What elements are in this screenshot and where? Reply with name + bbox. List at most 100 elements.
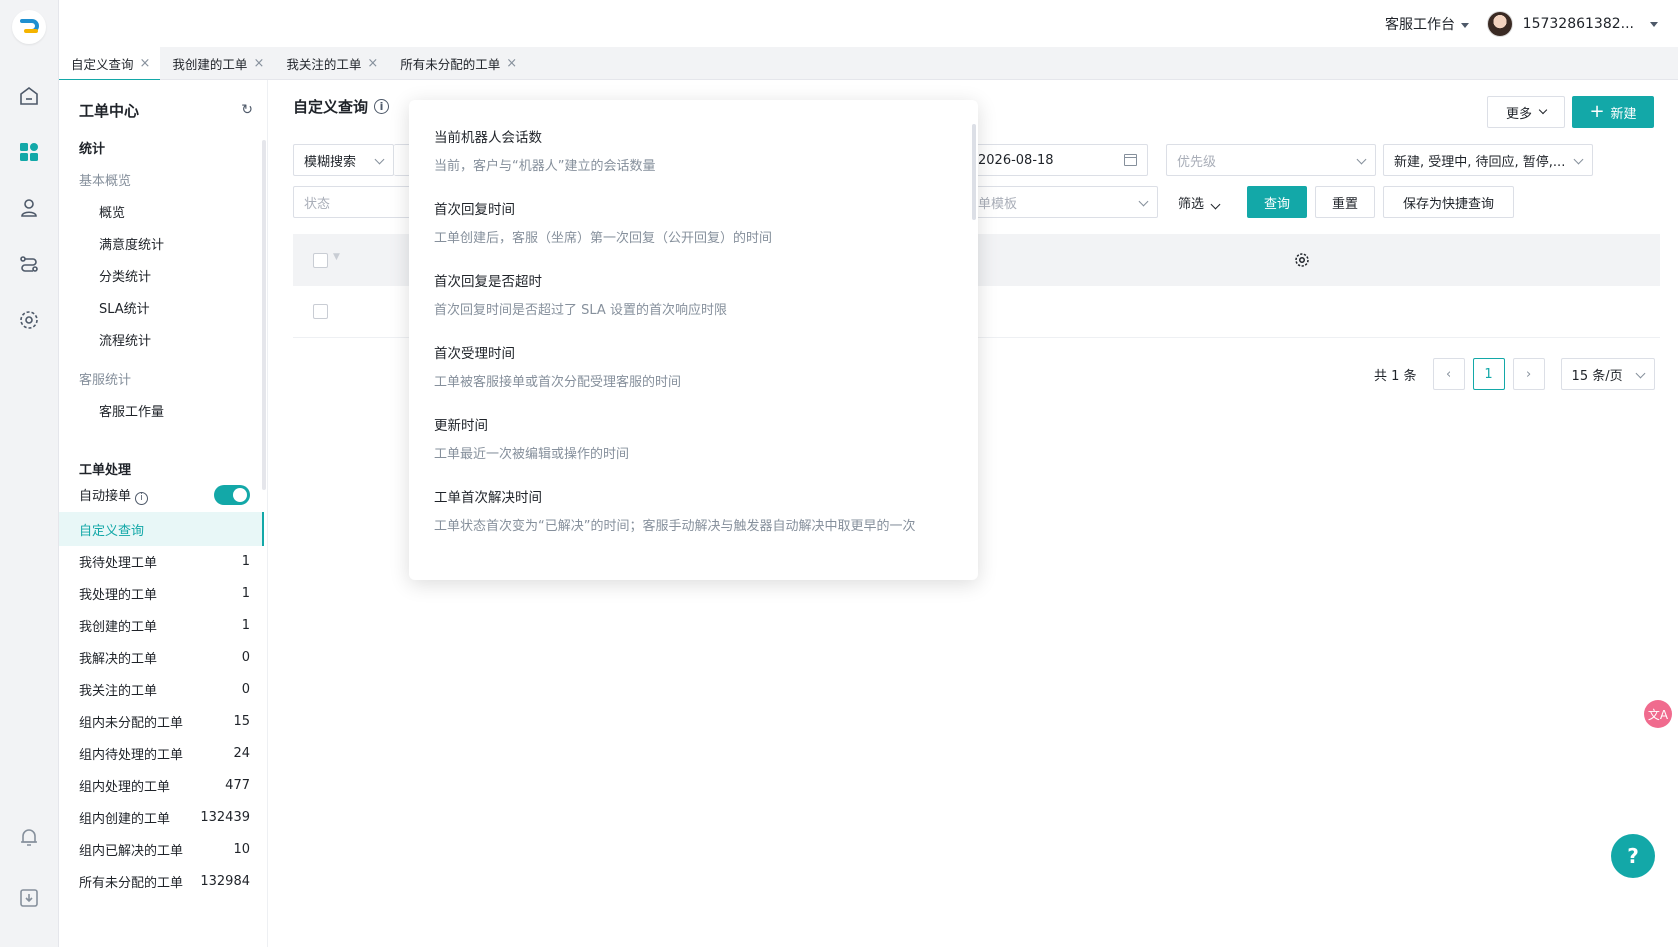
- sidebar-item-label: 组内创建的工单: [79, 811, 171, 827]
- sidebar-item-flow[interactable]: 流程统计: [99, 330, 151, 349]
- popover-item-title: 首次回复是否超时: [434, 274, 542, 290]
- reset-button[interactable]: 重置: [1315, 186, 1375, 218]
- close-icon[interactable]: ×: [367, 56, 378, 71]
- download-icon[interactable]: [17, 886, 41, 910]
- popover-item-desc: 工单创建后，客服（坐席）第一次回复（公开回复）的时间: [434, 231, 773, 246]
- info-icon[interactable]: i: [135, 492, 149, 505]
- workspace-label: 客服工作台: [1385, 17, 1455, 33]
- contacts-icon[interactable]: [17, 196, 41, 220]
- chevron-down-icon: [1635, 368, 1645, 379]
- new-ticket-button[interactable]: + 新建: [1572, 96, 1654, 128]
- sidebar-item-counter[interactable]: 组内处理的工单 477: [59, 768, 264, 802]
- tab-my-created[interactable]: 我创建的工单 ×: [160, 47, 274, 80]
- date-range-input[interactable]: 2026-08-18: [968, 144, 1148, 176]
- search-mode-select[interactable]: 模糊搜索: [293, 144, 394, 176]
- status-select[interactable]: 状态: [293, 186, 413, 218]
- save-quick-query-button[interactable]: 保存为快捷查询: [1383, 186, 1514, 218]
- select-value: 新建, 受理中, 待回应, 暂停,...: [1394, 154, 1566, 170]
- sidebar-item-overview[interactable]: 概览: [99, 202, 125, 221]
- close-icon[interactable]: ×: [253, 56, 264, 71]
- popover-item-title: 首次受理时间: [434, 346, 515, 362]
- workspace-switcher[interactable]: 客服工作台: [1385, 14, 1469, 34]
- chevron-down-icon[interactable]: ▼: [333, 252, 340, 262]
- refresh-icon[interactable]: ↻: [241, 102, 253, 118]
- count-badge: 132984: [200, 873, 250, 889]
- sidebar-item-satisfaction[interactable]: 满意度统计: [99, 234, 164, 253]
- sidebar-item-sla[interactable]: SLA统计: [99, 298, 150, 317]
- status-multi-select[interactable]: 新建, 受理中, 待回应, 暂停,...: [1383, 144, 1593, 176]
- next-page-button[interactable]: ›: [1512, 358, 1545, 390]
- translate-icon[interactable]: 文A: [1644, 700, 1672, 728]
- tab-my-followed[interactable]: 我关注的工单 ×: [274, 47, 388, 80]
- row-checkbox[interactable]: [313, 304, 328, 319]
- sidebar-item-counter[interactable]: 我创建的工单 1: [59, 608, 264, 642]
- bell-icon[interactable]: [17, 825, 41, 849]
- tab-all-unassigned[interactable]: 所有未分配的工单 ×: [388, 47, 527, 80]
- popover-item: 首次回复时间 工单创建后，客服（坐席）第一次回复（公开回复）的时间: [434, 198, 772, 246]
- select-placeholder: 状态: [304, 196, 331, 212]
- avatar: [1486, 11, 1513, 37]
- priority-select[interactable]: 优先级: [1166, 144, 1376, 176]
- popover-scrollbar[interactable]: [972, 124, 976, 220]
- section-stats: 统计: [79, 142, 106, 157]
- user-name: 15732861382...: [1522, 16, 1634, 32]
- sidebar-item-counter[interactable]: 我关注的工单 0: [59, 672, 264, 706]
- sidebar-item-counter[interactable]: 组内已解决的工单 10: [59, 832, 264, 866]
- sidebar-item-counter[interactable]: 组内待处理的工单 24: [59, 736, 264, 770]
- settings-icon[interactable]: [17, 308, 41, 332]
- column-settings-icon[interactable]: [1293, 251, 1311, 269]
- sidebar-item-counter[interactable]: 我待处理工单 1: [59, 544, 264, 578]
- popover-item-desc: 当前，客户与“机器人”建立的会话数量: [434, 159, 656, 174]
- sidebar-item-counter[interactable]: 所有未分配的工单 132984: [59, 864, 264, 898]
- count-badge: 0: [241, 681, 250, 697]
- sidebar-item-agent-workload[interactable]: 客服工作量: [99, 401, 164, 420]
- tab-custom-query[interactable]: 自定义查询 ×: [59, 47, 161, 81]
- sidebar-item-counter[interactable]: 我解决的工单 0: [59, 640, 264, 674]
- popover-item-title: 更新时间: [434, 418, 488, 434]
- filter-toggle[interactable]: 筛选: [1178, 193, 1221, 212]
- help-icon[interactable]: ?: [1611, 834, 1655, 878]
- chevron-down-icon: [374, 154, 385, 165]
- tab-bar: 自定义查询 × 我创建的工单 × 我关注的工单 × 所有未分配的工单 ×: [59, 47, 1678, 81]
- app-logo[interactable]: [12, 10, 46, 44]
- popover-item-desc: 工单最近一次被编辑或操作的时间: [434, 447, 630, 462]
- sidebar-item-counter[interactable]: 我处理的工单 1: [59, 576, 264, 610]
- chevron-down-icon: [1138, 196, 1149, 207]
- user-menu[interactable]: 15732861382...: [1486, 11, 1658, 37]
- template-select[interactable]: 单模板: [968, 186, 1158, 218]
- flow-icon[interactable]: [17, 252, 41, 276]
- sidebar-scrollbar[interactable]: [262, 140, 266, 490]
- popover-item-desc: 首次回复时间是否超过了 SLA 设置的首次响应时限: [434, 303, 727, 318]
- count-badge: 1: [241, 553, 250, 569]
- home-icon[interactable]: [17, 84, 41, 108]
- info-icon[interactable]: i: [374, 99, 390, 114]
- more-button[interactable]: 更多: [1487, 96, 1565, 128]
- count-badge: 10: [233, 841, 250, 857]
- button-label: 重置: [1331, 196, 1358, 212]
- tab-label: 自定义查询: [71, 57, 134, 72]
- popover-item-desc: 工单状态首次变为“已解决”的时间；客服手动解决与触发器自动解决中取更早的一次: [434, 519, 916, 534]
- sidebar-item-counter[interactable]: 组内创建的工单 132439: [59, 800, 264, 834]
- sidebar-item-label: 组内待处理的工单: [79, 747, 184, 763]
- query-button[interactable]: 查询: [1247, 186, 1307, 218]
- close-icon[interactable]: ×: [140, 56, 151, 71]
- sidebar-item-label: 我关注的工单: [79, 683, 158, 699]
- tab-label: 我创建的工单: [172, 57, 248, 72]
- field-description-popover: 当前机器人会话数 当前，客户与“机器人”建立的会话数量 首次回复时间 工单创建后，客…: [409, 100, 978, 580]
- popover-item: 工单首次解决时间 工单状态首次变为“已解决”的时间；客服手动解决与触发器自动解决中…: [434, 486, 915, 534]
- page-size-select[interactable]: 15 条/页: [1560, 358, 1655, 390]
- popover-item-desc: 工单被客服接单或首次分配受理客服的时间: [434, 375, 682, 390]
- page-number-button[interactable]: 1: [1472, 358, 1505, 390]
- prev-page-button[interactable]: ‹: [1432, 358, 1465, 390]
- sidebar-item-custom-query[interactable]: 自定义查询: [59, 512, 264, 546]
- close-icon[interactable]: ×: [506, 56, 517, 71]
- auto-accept-toggle[interactable]: [214, 485, 250, 505]
- sidebar-item-counter[interactable]: 组内未分配的工单 15: [59, 704, 264, 738]
- select-all-checkbox[interactable]: [313, 253, 328, 268]
- popover-item: 首次受理时间工单被客服接单或首次分配受理客服的时间: [434, 342, 681, 390]
- sidebar-item-category[interactable]: 分类统计: [99, 266, 151, 285]
- plus-icon: +: [1589, 101, 1605, 122]
- select-placeholder: 单模板: [978, 196, 1018, 212]
- auto-accept-row: 自动接单 i: [59, 478, 264, 512]
- ticket-apps-icon[interactable]: [17, 140, 41, 164]
